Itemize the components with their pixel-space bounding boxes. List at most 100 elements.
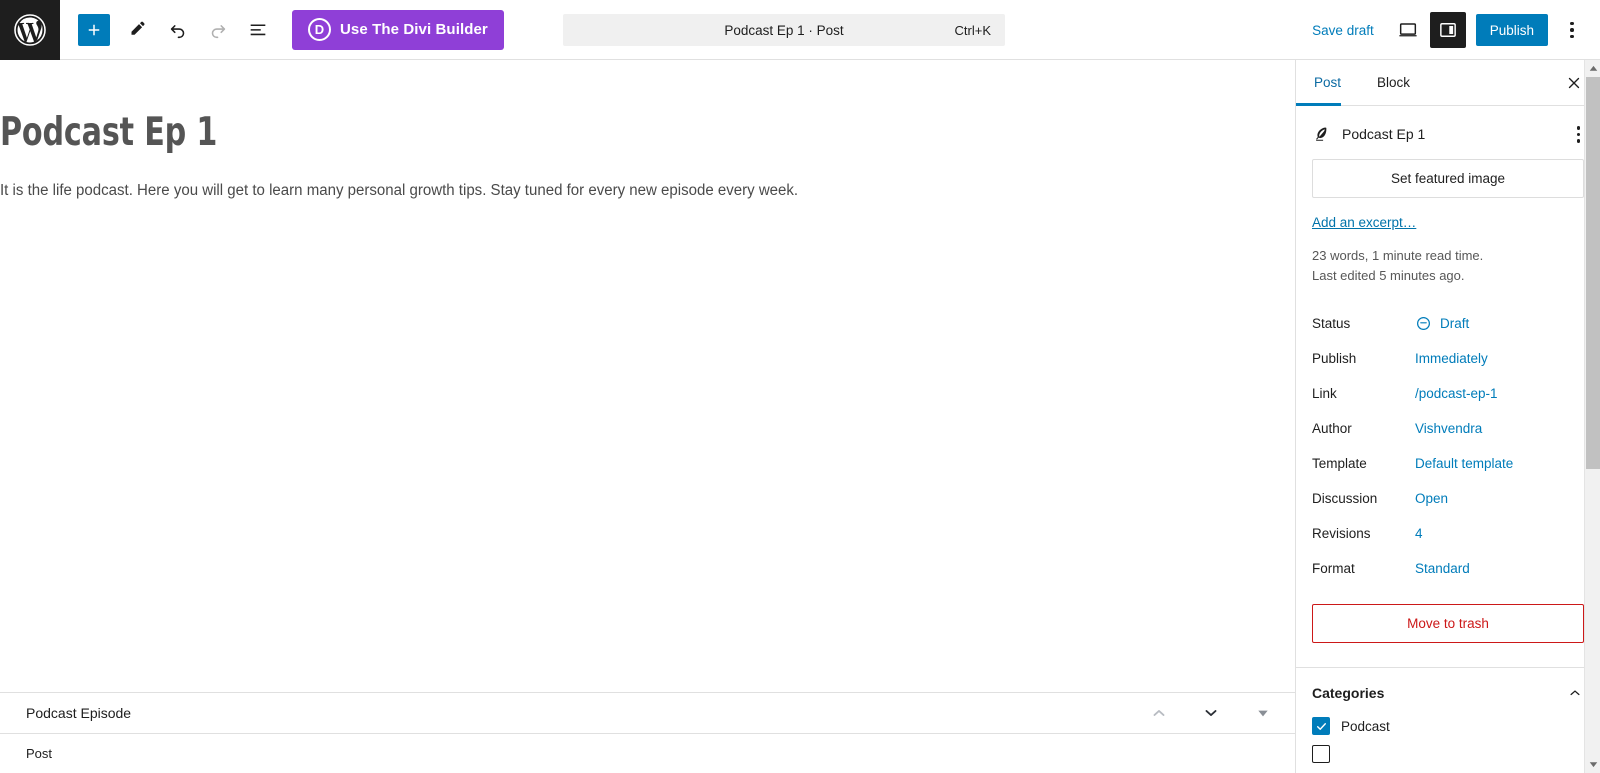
selected-block-name: Podcast Episode <box>26 705 132 721</box>
category-item-podcast[interactable]: Podcast <box>1296 712 1600 740</box>
tab-block[interactable]: Block <box>1359 60 1428 105</box>
document-overview-icon <box>250 24 266 35</box>
set-featured-image-button[interactable]: Set featured image <box>1312 158 1584 198</box>
move-block-up-button[interactable] <box>1141 695 1177 731</box>
category-checkbox-podcast[interactable] <box>1312 717 1330 736</box>
status-badge[interactable]: Draft <box>1415 315 1469 332</box>
block-more-options-button[interactable] <box>1245 695 1281 731</box>
meta-row-discussion: Discussion Open <box>1312 481 1584 516</box>
editor-options-button[interactable] <box>1554 12 1590 48</box>
undo-button[interactable] <box>160 12 196 48</box>
post-paragraph-block[interactable]: It is the life podcast. Here you will ge… <box>0 179 1145 202</box>
desktop-preview-icon <box>1399 23 1417 37</box>
template-button[interactable]: Default template <box>1415 456 1513 471</box>
block-status-bar: Podcast Episode <box>0 692 1295 734</box>
redo-button[interactable] <box>200 12 236 48</box>
meta-row-template: Template Default template <box>1312 446 1584 481</box>
revisions-button[interactable]: 4 <box>1415 526 1423 541</box>
plus-icon <box>88 24 100 35</box>
undo-arrow-icon <box>170 24 185 38</box>
post-meta-rows: Status Draft Publish Immediately Link /p… <box>1312 306 1584 586</box>
scroll-down-arrow-icon <box>1589 762 1597 768</box>
kebab-menu-icon <box>1570 21 1574 39</box>
tools-button[interactable] <box>120 12 156 48</box>
chevron-up-icon <box>1153 710 1165 716</box>
checkmark-icon <box>1316 722 1326 730</box>
chevron-down-icon <box>1205 710 1217 716</box>
publish-date-button[interactable]: Immediately <box>1415 351 1488 366</box>
meta-label-discussion: Discussion <box>1312 491 1378 507</box>
use-divi-builder-button[interactable]: D Use The Divi Builder <box>292 9 504 50</box>
meta-row-author: Author Vishvendra <box>1312 411 1584 446</box>
command-center-button[interactable]: Podcast Ep 1 · Post Ctrl+K <box>563 14 1005 46</box>
meta-row-revisions: Revisions 4 <box>1312 516 1584 551</box>
post-settings-section: Set featured image Add an excerpt… 23 wo… <box>1296 158 1600 644</box>
format-button[interactable]: Standard <box>1415 561 1470 576</box>
tab-post[interactable]: Post <box>1296 60 1359 106</box>
category-item-next[interactable] <box>1296 740 1600 768</box>
draft-status-icon <box>1417 317 1430 331</box>
document-header: Podcast Ep 1 <box>1296 106 1600 159</box>
breadcrumb-item-post[interactable]: Post <box>26 746 52 761</box>
block-move-controls <box>1141 695 1295 731</box>
close-x-icon <box>1568 77 1580 89</box>
editor-canvas[interactable]: Podcast Ep 1 It is the life podcast. Her… <box>0 60 1295 692</box>
caret-down-icon <box>1258 710 1268 717</box>
meta-row-publish: Publish Immediately <box>1312 341 1584 376</box>
move-block-down-button[interactable] <box>1193 695 1229 731</box>
post-stats: 23 words, 1 minute read time. Last edite… <box>1312 246 1584 288</box>
editor-top-toolbar: D Use The Divi Builder Podcast Ep 1 · Po… <box>0 0 1600 60</box>
meta-label-revisions: Revisions <box>1312 526 1371 542</box>
word-count-note: 23 words, 1 minute read time. <box>1312 247 1484 263</box>
kebab-menu-icon <box>1576 126 1580 143</box>
settings-sidebar-toggle[interactable] <box>1429 12 1466 48</box>
save-draft-button[interactable]: Save draft <box>1300 17 1386 44</box>
chevron-up-icon <box>1570 690 1580 696</box>
wordpress-block-editor: D Use The Divi Builder Podcast Ep 1 · Po… <box>0 0 1600 773</box>
divi-logo-icon: D <box>308 18 331 41</box>
meta-row-link: Link /podcast-ep-1 <box>1312 376 1584 411</box>
toolbar-right-group: Save draft Publish <box>1300 0 1590 60</box>
breadcrumb: Post <box>0 734 1295 773</box>
preview-button[interactable] <box>1390 12 1426 48</box>
document-title: Podcast Ep 1 <box>1342 126 1426 143</box>
scroll-down-arrow-button[interactable] <box>1585 756 1600 773</box>
quill-pen-icon <box>1316 127 1327 141</box>
meta-label-publish: Publish <box>1312 351 1357 367</box>
sidebar-scrollbar[interactable] <box>1584 60 1600 773</box>
settings-panel-icon <box>1439 23 1456 37</box>
sidebar-tablist: Post Block <box>1296 60 1600 106</box>
wordpress-logo-icon <box>14 13 46 46</box>
category-label-podcast: Podcast <box>1341 718 1390 734</box>
divi-button-label: Use The Divi Builder <box>340 21 488 38</box>
permalink-button[interactable]: /podcast-ep-1 <box>1415 386 1498 401</box>
discussion-button[interactable]: Open <box>1415 491 1448 506</box>
meta-label-author: Author <box>1312 421 1352 437</box>
publish-button[interactable]: Publish <box>1475 14 1548 46</box>
meta-label-link: Link <box>1312 386 1337 402</box>
meta-row-format: Format Standard <box>1312 551 1584 586</box>
add-block-button[interactable] <box>78 13 110 46</box>
author-button[interactable]: Vishvendra <box>1415 421 1482 436</box>
last-edited-note: Last edited 5 minutes ago. <box>1312 268 1465 284</box>
document-overview-button[interactable] <box>240 12 276 48</box>
wordpress-logo-button[interactable] <box>0 0 60 60</box>
sidebar-scroll-area: Podcast Ep 1 Set featured image Add an e… <box>1296 106 1600 773</box>
scroll-up-arrow-icon <box>1589 65 1597 71</box>
status-value: Draft <box>1440 316 1470 332</box>
meta-row-status: Status Draft <box>1312 306 1584 341</box>
scroll-up-arrow-button[interactable] <box>1585 60 1600 77</box>
categories-panel-header[interactable]: Categories <box>1296 668 1600 712</box>
settings-sidebar: Post Block Podcast Ep 1 Set featured ima… <box>1295 60 1600 773</box>
category-checkbox-next[interactable] <box>1312 745 1330 764</box>
meta-label-template: Template <box>1312 456 1367 472</box>
command-center-shortcut: Ctrl+K <box>954 22 991 38</box>
meta-label-status: Status <box>1312 316 1351 332</box>
add-excerpt-link[interactable]: Add an excerpt… <box>1312 215 1416 230</box>
meta-label-format: Format <box>1312 561 1355 577</box>
pencil-icon <box>131 21 144 35</box>
move-to-trash-button[interactable]: Move to trash <box>1312 604 1584 644</box>
post-title[interactable]: Podcast Ep 1 <box>0 110 217 155</box>
redo-arrow-icon <box>211 24 226 38</box>
scrollbar-thumb[interactable] <box>1586 77 1600 469</box>
